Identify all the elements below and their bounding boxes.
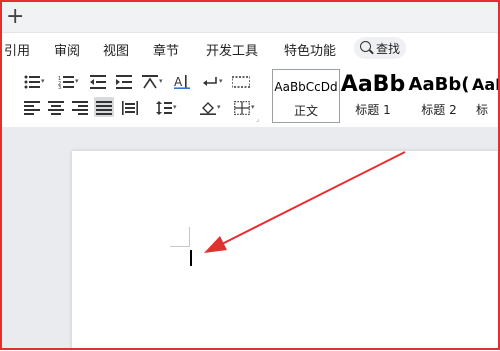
annotation-arrow (204, 151, 406, 253)
